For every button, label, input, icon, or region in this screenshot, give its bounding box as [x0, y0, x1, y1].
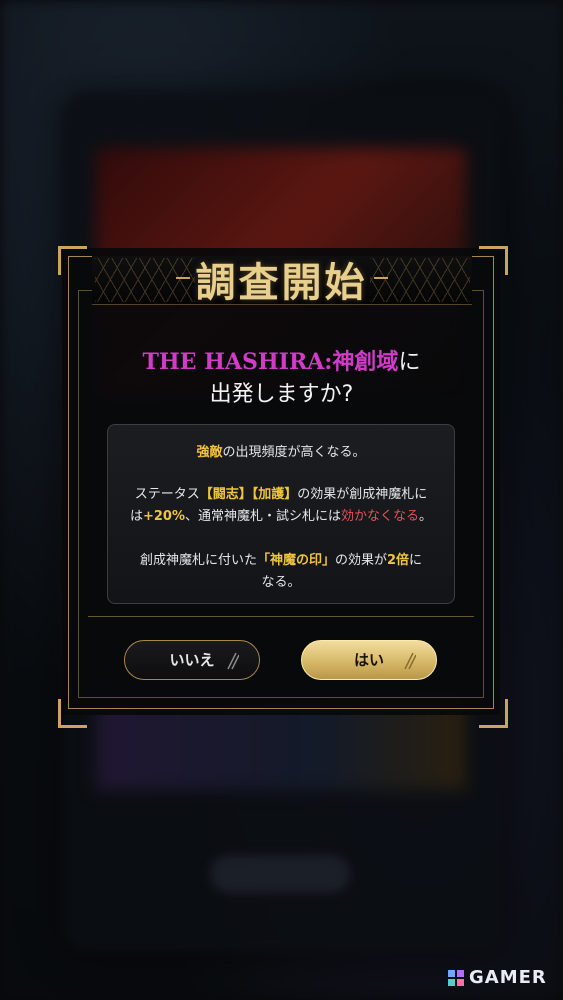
yes-button[interactable]: はい [301, 640, 437, 680]
yes-button-label: はい [353, 651, 384, 669]
info-line-5: なる。 [261, 575, 301, 590]
dialog-question-line2: 出発しますか? [209, 382, 354, 407]
info-line-4-text: の効果が [334, 553, 387, 568]
info-line-1-text: の出現頻度が高くなる。 [222, 445, 366, 460]
dialog-title: 調査開始 [195, 259, 368, 306]
ineffective-warning: 効かなくなる [341, 509, 420, 524]
strong-enemy-label: 強敵 [196, 445, 223, 460]
dialog-divider [88, 616, 474, 617]
info-line-4: 創成神魔札に付いた「神魔の印」の効果が2倍に [108, 549, 454, 568]
info-line-4-prefix: 創成神魔札に付いた [139, 553, 257, 568]
status-label: ステータス [134, 487, 200, 502]
info-line-1: 強敵の出現頻度が高くなる。 [108, 441, 454, 460]
frame-corner-bottom-right [479, 699, 508, 728]
info-line-2-text: の効果が創成神魔札に [297, 487, 428, 502]
effect-multiplier: 2倍 [386, 553, 410, 568]
question-particle: に [398, 350, 421, 375]
info-line-3-end: 。 [419, 509, 433, 524]
protection-tag: 【加護】 [251, 487, 298, 502]
dialog-question-line1: THE HASHIRA:神創域に [0, 344, 563, 376]
dungeon-name: THE HASHIRA:神創域 [142, 349, 399, 375]
shinma-mark-label: 「神魔の印」 [256, 553, 335, 568]
effect-info-box: 強敵の出現頻度が高くなる。 ステータス【闘志】【加護】の効果が創成神魔札に は+… [107, 424, 455, 604]
info-line-3-text: 、通常神魔札・試シ札には [184, 509, 341, 524]
slash-decoration-icon [227, 652, 239, 670]
gamer-watermark-text: GAMER [469, 967, 547, 988]
bonus-percent: +20% [142, 509, 185, 524]
fighting-spirit-tag: 【闘志】 [199, 487, 252, 502]
info-line-3-prefix: は [129, 509, 143, 524]
info-line-4-suffix: に [409, 553, 423, 568]
info-line-3: は+20%、通常神魔札・試シ札には効かなくなる。 [108, 505, 454, 524]
gamer-logo-icon [448, 970, 464, 986]
no-button-label: いいえ [169, 651, 215, 669]
no-button[interactable]: いいえ [124, 640, 260, 680]
slash-decoration-icon [404, 652, 416, 670]
frame-corner-bottom-left [58, 699, 87, 728]
info-line-2: ステータス【闘志】【加護】の効果が創成神魔札に [108, 483, 454, 502]
